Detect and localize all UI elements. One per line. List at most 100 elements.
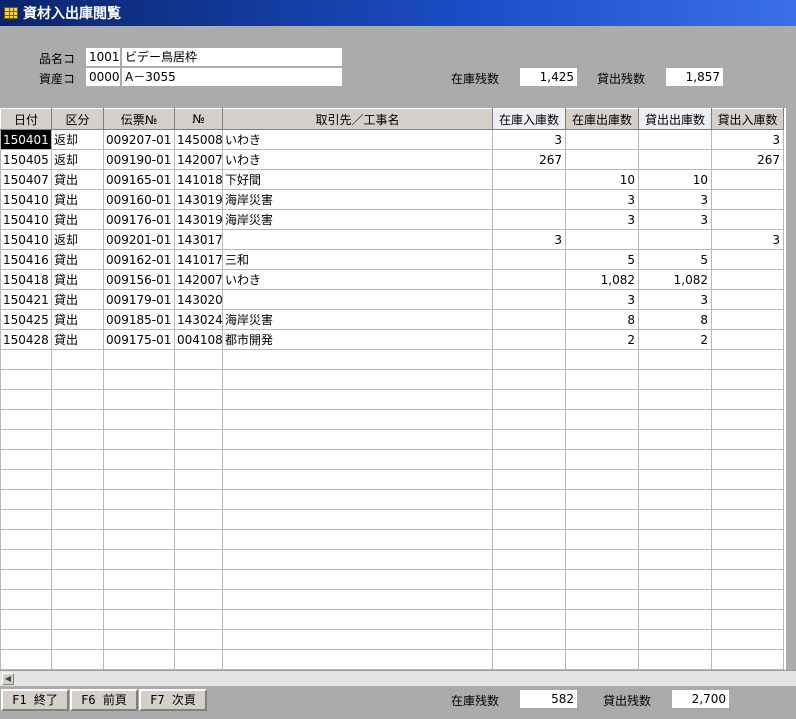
cell-stock-in[interactable] (492, 329, 566, 350)
empty-cell[interactable] (0, 469, 52, 490)
empty-cell[interactable] (51, 569, 104, 590)
empty-cell[interactable] (711, 369, 784, 390)
table-row[interactable]: 150410 貸出 009176-01 143019 海岸災害 3 3 (0, 209, 784, 230)
empty-cell[interactable] (565, 629, 639, 650)
empty-cell[interactable] (638, 389, 712, 410)
table-row[interactable]: 150405 返却 009190-01 142007 いわき 267 267 (0, 149, 784, 170)
empty-cell[interactable] (0, 509, 52, 530)
table-row[interactable]: 150407 貸出 009165-01 141018 下好間 10 10 (0, 169, 784, 190)
empty-cell[interactable] (638, 489, 712, 510)
cell-loan-in[interactable]: 3 (711, 229, 784, 250)
cell-partner[interactable] (222, 289, 493, 310)
cell-stock-in[interactable] (492, 309, 566, 330)
empty-cell[interactable] (492, 569, 566, 590)
empty-cell[interactable] (51, 509, 104, 530)
cell-slip-no[interactable]: 009201-01 (103, 229, 175, 250)
empty-cell[interactable] (103, 349, 175, 370)
empty-cell[interactable] (492, 649, 566, 670)
empty-cell[interactable] (174, 349, 223, 370)
table-row[interactable]: 150418 貸出 009156-01 142007 いわき 1,082 1,082 (0, 269, 784, 290)
empty-cell[interactable] (0, 389, 52, 410)
empty-cell[interactable] (51, 449, 104, 470)
empty-cell[interactable] (103, 469, 175, 490)
cell-no[interactable]: 143020 (174, 289, 223, 310)
cell-stock-out[interactable]: 3 (565, 289, 639, 310)
empty-cell[interactable] (565, 409, 639, 430)
cell-date[interactable]: 150428 (0, 329, 52, 350)
empty-cell[interactable] (711, 549, 784, 570)
empty-cell[interactable] (492, 349, 566, 370)
empty-cell[interactable] (174, 609, 223, 630)
empty-cell[interactable] (174, 589, 223, 610)
empty-cell[interactable] (222, 569, 493, 590)
empty-cell[interactable] (0, 429, 52, 450)
cell-date[interactable]: 150410 (0, 209, 52, 230)
cell-partner[interactable]: 都市開発 (222, 329, 493, 350)
empty-cell[interactable] (638, 549, 712, 570)
empty-cell[interactable] (103, 449, 175, 470)
cell-loan-in[interactable] (711, 249, 784, 270)
cell-date[interactable]: 150401 (0, 129, 52, 150)
empty-cell[interactable] (103, 609, 175, 630)
empty-cell[interactable] (638, 369, 712, 390)
cell-date[interactable]: 150416 (0, 249, 52, 270)
empty-cell[interactable] (103, 629, 175, 650)
cell-loan-out[interactable]: 3 (638, 189, 712, 210)
empty-row[interactable] (0, 429, 784, 450)
empty-cell[interactable] (0, 369, 52, 390)
empty-cell[interactable] (638, 349, 712, 370)
empty-cell[interactable] (711, 409, 784, 430)
empty-cell[interactable] (565, 369, 639, 390)
cell-partner[interactable]: いわき (222, 269, 493, 290)
empty-cell[interactable] (174, 649, 223, 670)
empty-row[interactable] (0, 509, 784, 530)
cell-date[interactable]: 150405 (0, 149, 52, 170)
table-row[interactable]: 150410 貸出 009160-01 143019 海岸災害 3 3 (0, 189, 784, 210)
empty-cell[interactable] (492, 449, 566, 470)
empty-cell[interactable] (51, 389, 104, 410)
empty-cell[interactable] (565, 509, 639, 530)
cell-partner[interactable]: 下好間 (222, 169, 493, 190)
empty-cell[interactable] (103, 489, 175, 510)
empty-cell[interactable] (492, 529, 566, 550)
empty-cell[interactable] (638, 529, 712, 550)
empty-row[interactable] (0, 349, 784, 370)
cell-stock-out[interactable]: 2 (565, 329, 639, 350)
empty-cell[interactable] (103, 429, 175, 450)
empty-cell[interactable] (565, 389, 639, 410)
empty-cell[interactable] (51, 409, 104, 430)
cell-loan-out[interactable] (638, 229, 712, 250)
empty-cell[interactable] (0, 589, 52, 610)
table-row[interactable]: 150428 貸出 009175-01 004108 都市開発 2 2 (0, 329, 784, 350)
cell-stock-out[interactable]: 5 (565, 249, 639, 270)
empty-row[interactable] (0, 589, 784, 610)
cell-loan-out[interactable] (638, 129, 712, 150)
empty-cell[interactable] (711, 489, 784, 510)
cell-type[interactable]: 貸出 (51, 169, 104, 190)
empty-cell[interactable] (492, 509, 566, 530)
cell-stock-out[interactable]: 8 (565, 309, 639, 330)
cell-date[interactable]: 150418 (0, 269, 52, 290)
cell-loan-out[interactable]: 10 (638, 169, 712, 190)
cell-stock-in[interactable] (492, 169, 566, 190)
cell-stock-in[interactable] (492, 249, 566, 270)
empty-cell[interactable] (711, 649, 784, 670)
empty-cell[interactable] (0, 489, 52, 510)
empty-cell[interactable] (0, 649, 52, 670)
cell-loan-in[interactable] (711, 309, 784, 330)
cell-loan-out[interactable] (638, 149, 712, 170)
cell-date[interactable]: 150407 (0, 169, 52, 190)
cell-type[interactable]: 貸出 (51, 309, 104, 330)
cell-no[interactable]: 143019 (174, 189, 223, 210)
empty-cell[interactable] (174, 389, 223, 410)
cell-loan-out[interactable]: 5 (638, 249, 712, 270)
cell-loan-in[interactable] (711, 169, 784, 190)
empty-cell[interactable] (711, 569, 784, 590)
cell-no[interactable]: 141017 (174, 249, 223, 270)
asset-name-field[interactable]: A－3055 (122, 68, 342, 86)
empty-cell[interactable] (174, 509, 223, 530)
empty-cell[interactable] (103, 369, 175, 390)
empty-cell[interactable] (222, 609, 493, 630)
table-row[interactable]: 150410 返却 009201-01 143017 3 3 (0, 229, 784, 250)
empty-cell[interactable] (638, 509, 712, 530)
